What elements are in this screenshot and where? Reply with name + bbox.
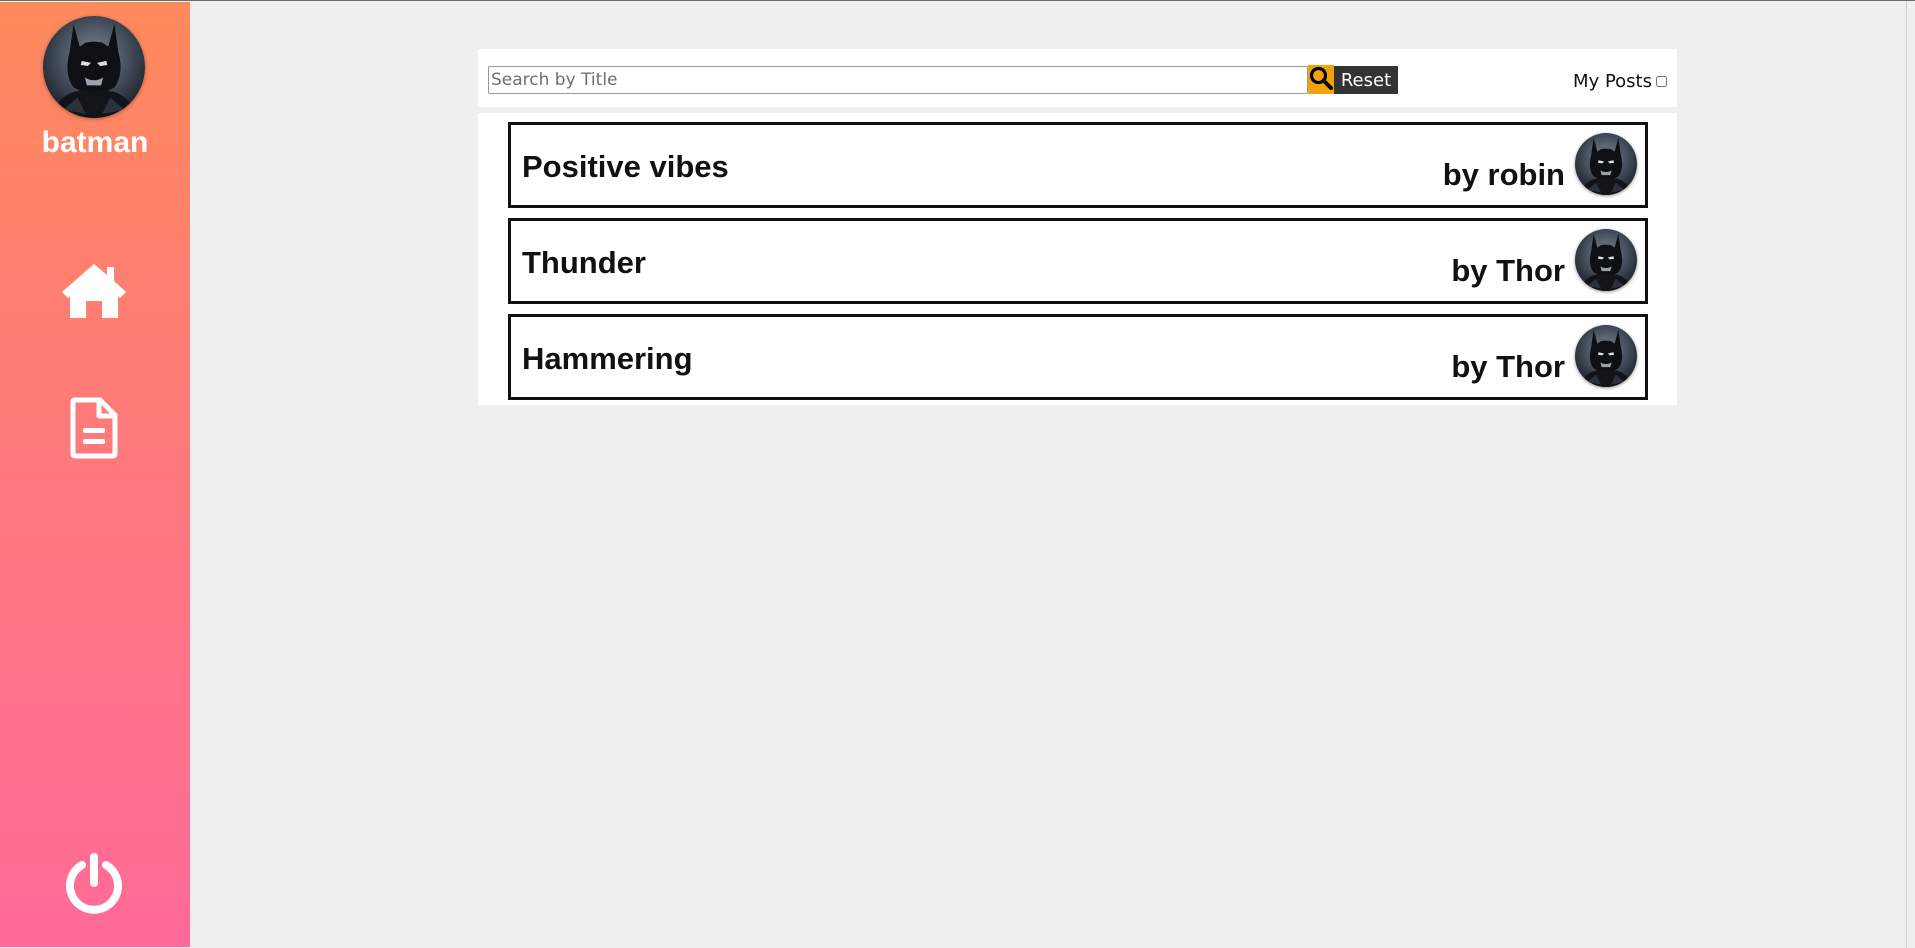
post-card[interactable]: Positive vibes by robin [508,122,1648,208]
post-author: by Thor [1451,349,1565,384]
post-title: Thunder [522,245,646,280]
post-author: by robin [1442,157,1565,192]
post-title: Hammering [522,341,693,376]
my-posts-label: My Posts [1573,70,1652,92]
my-posts-filter[interactable]: My Posts [1573,69,1667,93]
batman-avatar-icon[interactable] [43,16,145,118]
search-icon [1309,66,1333,90]
window-edge [1906,1,1907,948]
reset-button[interactable]: Reset [1334,66,1398,94]
search-button[interactable] [1308,65,1334,94]
sidebar-username: batman [41,126,149,159]
sidebar: batman [0,2,190,947]
author-avatar-icon [1575,133,1637,195]
document-icon[interactable] [69,397,119,459]
my-posts-checkbox[interactable] [1656,75,1667,87]
post-card[interactable]: Thunder by Thor [508,218,1648,304]
author-avatar-icon [1575,229,1637,291]
posts-panel: Reset My Posts Positive vibes by robin T… [478,49,1677,405]
author-avatar-icon [1575,325,1637,387]
app-window: batman Search by Title Reset My Posts Po… [0,0,1915,948]
power-icon[interactable] [62,851,126,915]
post-title: Positive vibes [522,149,729,184]
home-icon[interactable] [58,260,130,320]
post-card[interactable]: Hammering by Thor [508,314,1648,400]
search-toolbar: Reset My Posts [478,49,1677,113]
post-author: by Thor [1451,253,1565,288]
search-input[interactable] [488,66,1308,94]
